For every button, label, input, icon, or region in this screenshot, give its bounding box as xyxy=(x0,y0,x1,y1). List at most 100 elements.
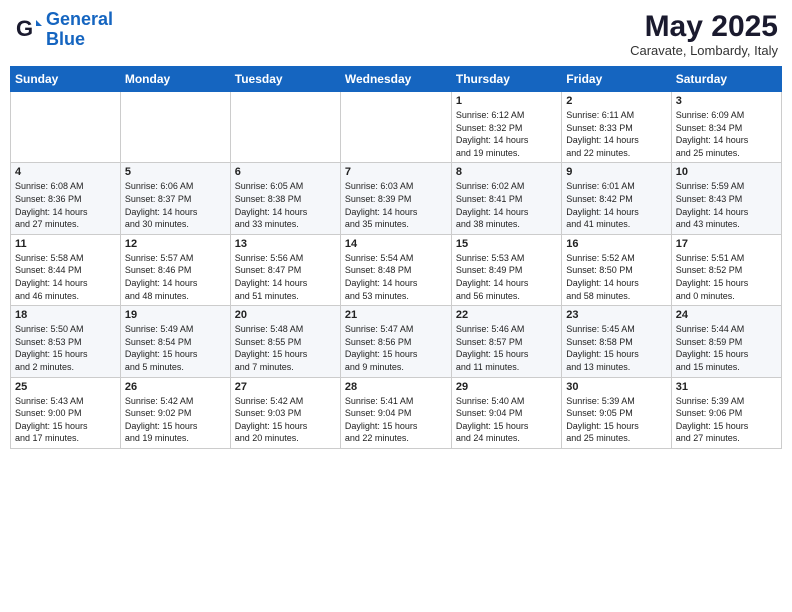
calendar-day-cell: 5 Sunrise: 6:06 AMSunset: 8:37 PMDaylight… xyxy=(120,163,230,234)
day-info: Sunrise: 6:06 AMSunset: 8:37 PMDaylight:… xyxy=(125,180,226,230)
calendar-day-cell: 13 Sunrise: 5:56 AMSunset: 8:47 PMDayligh… xyxy=(230,234,340,305)
calendar-day-cell xyxy=(120,92,230,163)
day-info: Sunrise: 5:39 AMSunset: 9:06 PMDaylight:… xyxy=(676,395,777,445)
day-number: 13 xyxy=(235,238,336,250)
calendar-day-cell: 9 Sunrise: 6:01 AMSunset: 8:42 PMDaylight… xyxy=(562,163,671,234)
day-number: 10 xyxy=(676,166,777,178)
day-info: Sunrise: 6:03 AMSunset: 8:39 PMDaylight:… xyxy=(345,180,447,230)
calendar-week-row: 11 Sunrise: 5:58 AMSunset: 8:44 PMDayligh… xyxy=(11,234,782,305)
day-number: 31 xyxy=(676,381,777,393)
day-number: 3 xyxy=(676,95,777,107)
weekday-header: Friday xyxy=(562,67,671,92)
day-number: 28 xyxy=(345,381,447,393)
weekday-header-row: SundayMondayTuesdayWednesdayThursdayFrid… xyxy=(11,67,782,92)
day-number: 19 xyxy=(125,309,226,321)
svg-text:G: G xyxy=(16,16,33,41)
calendar-day-cell: 10 Sunrise: 5:59 AMSunset: 8:43 PMDayligh… xyxy=(671,163,781,234)
day-number: 7 xyxy=(345,166,447,178)
day-number: 11 xyxy=(15,238,116,250)
calendar-day-cell: 12 Sunrise: 5:57 AMSunset: 8:46 PMDayligh… xyxy=(120,234,230,305)
day-info: Sunrise: 6:08 AMSunset: 8:36 PMDaylight:… xyxy=(15,180,116,230)
day-info: Sunrise: 5:50 AMSunset: 8:53 PMDaylight:… xyxy=(15,323,116,373)
logo-line2: Blue xyxy=(46,30,113,50)
calendar-day-cell: 24Sunrise: 5:44 AMSunset: 8:59 PMDayligh… xyxy=(671,306,781,377)
calendar-day-cell xyxy=(230,92,340,163)
day-number: 12 xyxy=(125,238,226,250)
calendar-day-cell: 30 Sunrise: 5:39 AMSunset: 9:05 PMDayligh… xyxy=(562,377,671,448)
day-info: Sunrise: 5:57 AMSunset: 8:46 PMDaylight:… xyxy=(125,252,226,302)
weekday-header: Wednesday xyxy=(340,67,451,92)
page-header: G General Blue May 2025 Caravate, Lombar… xyxy=(10,10,782,58)
day-number: 4 xyxy=(15,166,116,178)
calendar-day-cell: 11 Sunrise: 5:58 AMSunset: 8:44 PMDayligh… xyxy=(11,234,121,305)
calendar-day-cell: 20Sunrise: 5:48 AMSunset: 8:55 PMDayligh… xyxy=(230,306,340,377)
day-info: Sunrise: 6:09 AMSunset: 8:34 PMDaylight:… xyxy=(676,109,777,159)
calendar-day-cell: 19 Sunrise: 5:49 AMSunset: 8:54 PMDayligh… xyxy=(120,306,230,377)
day-info: Sunrise: 5:45 AMSunset: 8:58 PMDaylight:… xyxy=(566,323,666,373)
calendar-day-cell: 14Sunrise: 5:54 AMSunset: 8:48 PMDayligh… xyxy=(340,234,451,305)
calendar-day-cell: 16Sunrise: 5:52 AMSunset: 8:50 PMDayligh… xyxy=(562,234,671,305)
calendar-day-cell: 1 Sunrise: 6:12 AMSunset: 8:32 PMDaylight… xyxy=(451,92,561,163)
day-number: 29 xyxy=(456,381,557,393)
calendar-week-row: 4 Sunrise: 6:08 AMSunset: 8:36 PMDaylight… xyxy=(11,163,782,234)
calendar-day-cell: 27Sunrise: 5:42 AMSunset: 9:03 PMDayligh… xyxy=(230,377,340,448)
day-number: 2 xyxy=(566,95,666,107)
logo-text: General Blue xyxy=(46,10,113,50)
day-info: Sunrise: 5:41 AMSunset: 9:04 PMDaylight:… xyxy=(345,395,447,445)
calendar-day-cell: 7 Sunrise: 6:03 AMSunset: 8:39 PMDaylight… xyxy=(340,163,451,234)
calendar-day-cell: 18 Sunrise: 5:50 AMSunset: 8:53 PMDayligh… xyxy=(11,306,121,377)
calendar-day-cell: 17 Sunrise: 5:51 AMSunset: 8:52 PMDayligh… xyxy=(671,234,781,305)
day-info: Sunrise: 5:49 AMSunset: 8:54 PMDaylight:… xyxy=(125,323,226,373)
logo: G General Blue xyxy=(14,10,113,50)
day-number: 18 xyxy=(15,309,116,321)
calendar-week-row: 18 Sunrise: 5:50 AMSunset: 8:53 PMDayligh… xyxy=(11,306,782,377)
day-info: Sunrise: 5:44 AMSunset: 8:59 PMDaylight:… xyxy=(676,323,777,373)
day-info: Sunrise: 6:01 AMSunset: 8:42 PMDaylight:… xyxy=(566,180,666,230)
calendar-week-row: 1 Sunrise: 6:12 AMSunset: 8:32 PMDaylight… xyxy=(11,92,782,163)
day-number: 30 xyxy=(566,381,666,393)
day-number: 20 xyxy=(235,309,336,321)
day-info: Sunrise: 6:12 AMSunset: 8:32 PMDaylight:… xyxy=(456,109,557,159)
calendar-day-cell: 29Sunrise: 5:40 AMSunset: 9:04 PMDayligh… xyxy=(451,377,561,448)
day-number: 23 xyxy=(566,309,666,321)
day-number: 26 xyxy=(125,381,226,393)
day-info: Sunrise: 5:46 AMSunset: 8:57 PMDaylight:… xyxy=(456,323,557,373)
day-info: Sunrise: 5:58 AMSunset: 8:44 PMDaylight:… xyxy=(15,252,116,302)
calendar-day-cell: 23 Sunrise: 5:45 AMSunset: 8:58 PMDayligh… xyxy=(562,306,671,377)
calendar-day-cell: 3 Sunrise: 6:09 AMSunset: 8:34 PMDaylight… xyxy=(671,92,781,163)
day-number: 6 xyxy=(235,166,336,178)
calendar-week-row: 25 Sunrise: 5:43 AMSunset: 9:00 PMDayligh… xyxy=(11,377,782,448)
day-number: 27 xyxy=(235,381,336,393)
day-info: Sunrise: 5:39 AMSunset: 9:05 PMDaylight:… xyxy=(566,395,666,445)
day-info: Sunrise: 5:43 AMSunset: 9:00 PMDaylight:… xyxy=(15,395,116,445)
day-info: Sunrise: 5:59 AMSunset: 8:43 PMDaylight:… xyxy=(676,180,777,230)
day-number: 17 xyxy=(676,238,777,250)
calendar-day-cell: 6 Sunrise: 6:05 AMSunset: 8:38 PMDaylight… xyxy=(230,163,340,234)
day-number: 1 xyxy=(456,95,557,107)
day-info: Sunrise: 5:56 AMSunset: 8:47 PMDaylight:… xyxy=(235,252,336,302)
calendar-day-cell: 31 Sunrise: 5:39 AMSunset: 9:06 PMDayligh… xyxy=(671,377,781,448)
day-info: Sunrise: 5:52 AMSunset: 8:50 PMDaylight:… xyxy=(566,252,666,302)
logo-icon: G xyxy=(14,16,42,44)
day-number: 15 xyxy=(456,238,557,250)
calendar-day-cell xyxy=(340,92,451,163)
weekday-header: Sunday xyxy=(11,67,121,92)
day-info: Sunrise: 5:51 AMSunset: 8:52 PMDaylight:… xyxy=(676,252,777,302)
calendar-day-cell: 2Sunrise: 6:11 AMSunset: 8:33 PMDaylight… xyxy=(562,92,671,163)
calendar-day-cell: 22Sunrise: 5:46 AMSunset: 8:57 PMDayligh… xyxy=(451,306,561,377)
day-info: Sunrise: 6:05 AMSunset: 8:38 PMDaylight:… xyxy=(235,180,336,230)
title-block: May 2025 Caravate, Lombardy, Italy xyxy=(630,10,778,58)
month-title: May 2025 xyxy=(630,10,778,43)
day-number: 14 xyxy=(345,238,447,250)
location-subtitle: Caravate, Lombardy, Italy xyxy=(630,43,778,58)
logo-line1: General xyxy=(46,9,113,29)
day-number: 5 xyxy=(125,166,226,178)
calendar-day-cell: 26Sunrise: 5:42 AMSunset: 9:02 PMDayligh… xyxy=(120,377,230,448)
day-info: Sunrise: 6:02 AMSunset: 8:41 PMDaylight:… xyxy=(456,180,557,230)
day-number: 9 xyxy=(566,166,666,178)
weekday-header: Saturday xyxy=(671,67,781,92)
day-number: 25 xyxy=(15,381,116,393)
weekday-header: Thursday xyxy=(451,67,561,92)
weekday-header: Monday xyxy=(120,67,230,92)
day-number: 8 xyxy=(456,166,557,178)
